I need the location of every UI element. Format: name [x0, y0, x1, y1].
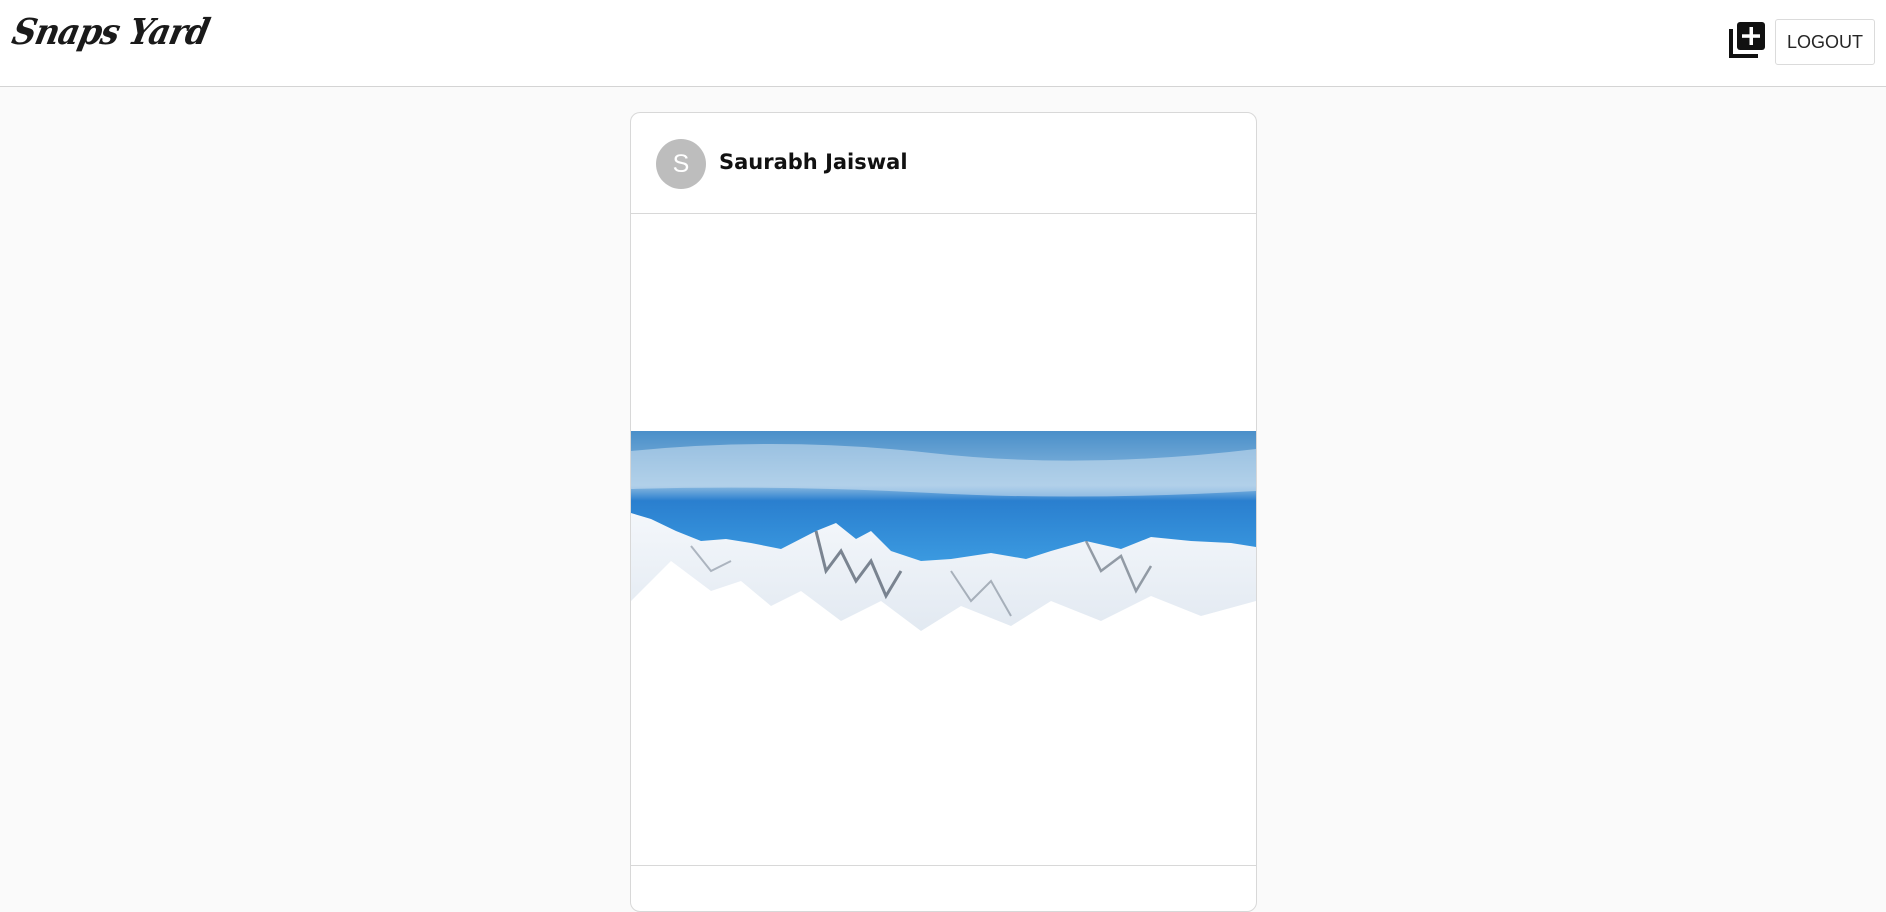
- add-to-photos-icon: [1729, 22, 1765, 58]
- post-divider: [631, 865, 1256, 866]
- mountain-photo: [631, 431, 1256, 649]
- post-image: [631, 431, 1256, 649]
- app-logo[interactable]: Snaps Yard: [9, 10, 213, 52]
- top-navbar: Snaps Yard LOGOUT: [0, 0, 1886, 87]
- post-card: S Saurabh Jaiswal: [630, 112, 1257, 912]
- post-header: S Saurabh Jaiswal: [631, 113, 1256, 214]
- avatar[interactable]: S: [656, 139, 706, 189]
- post-username[interactable]: Saurabh Jaiswal: [719, 150, 908, 174]
- add-post-icon[interactable]: [1727, 20, 1767, 60]
- logout-button[interactable]: LOGOUT: [1775, 19, 1875, 65]
